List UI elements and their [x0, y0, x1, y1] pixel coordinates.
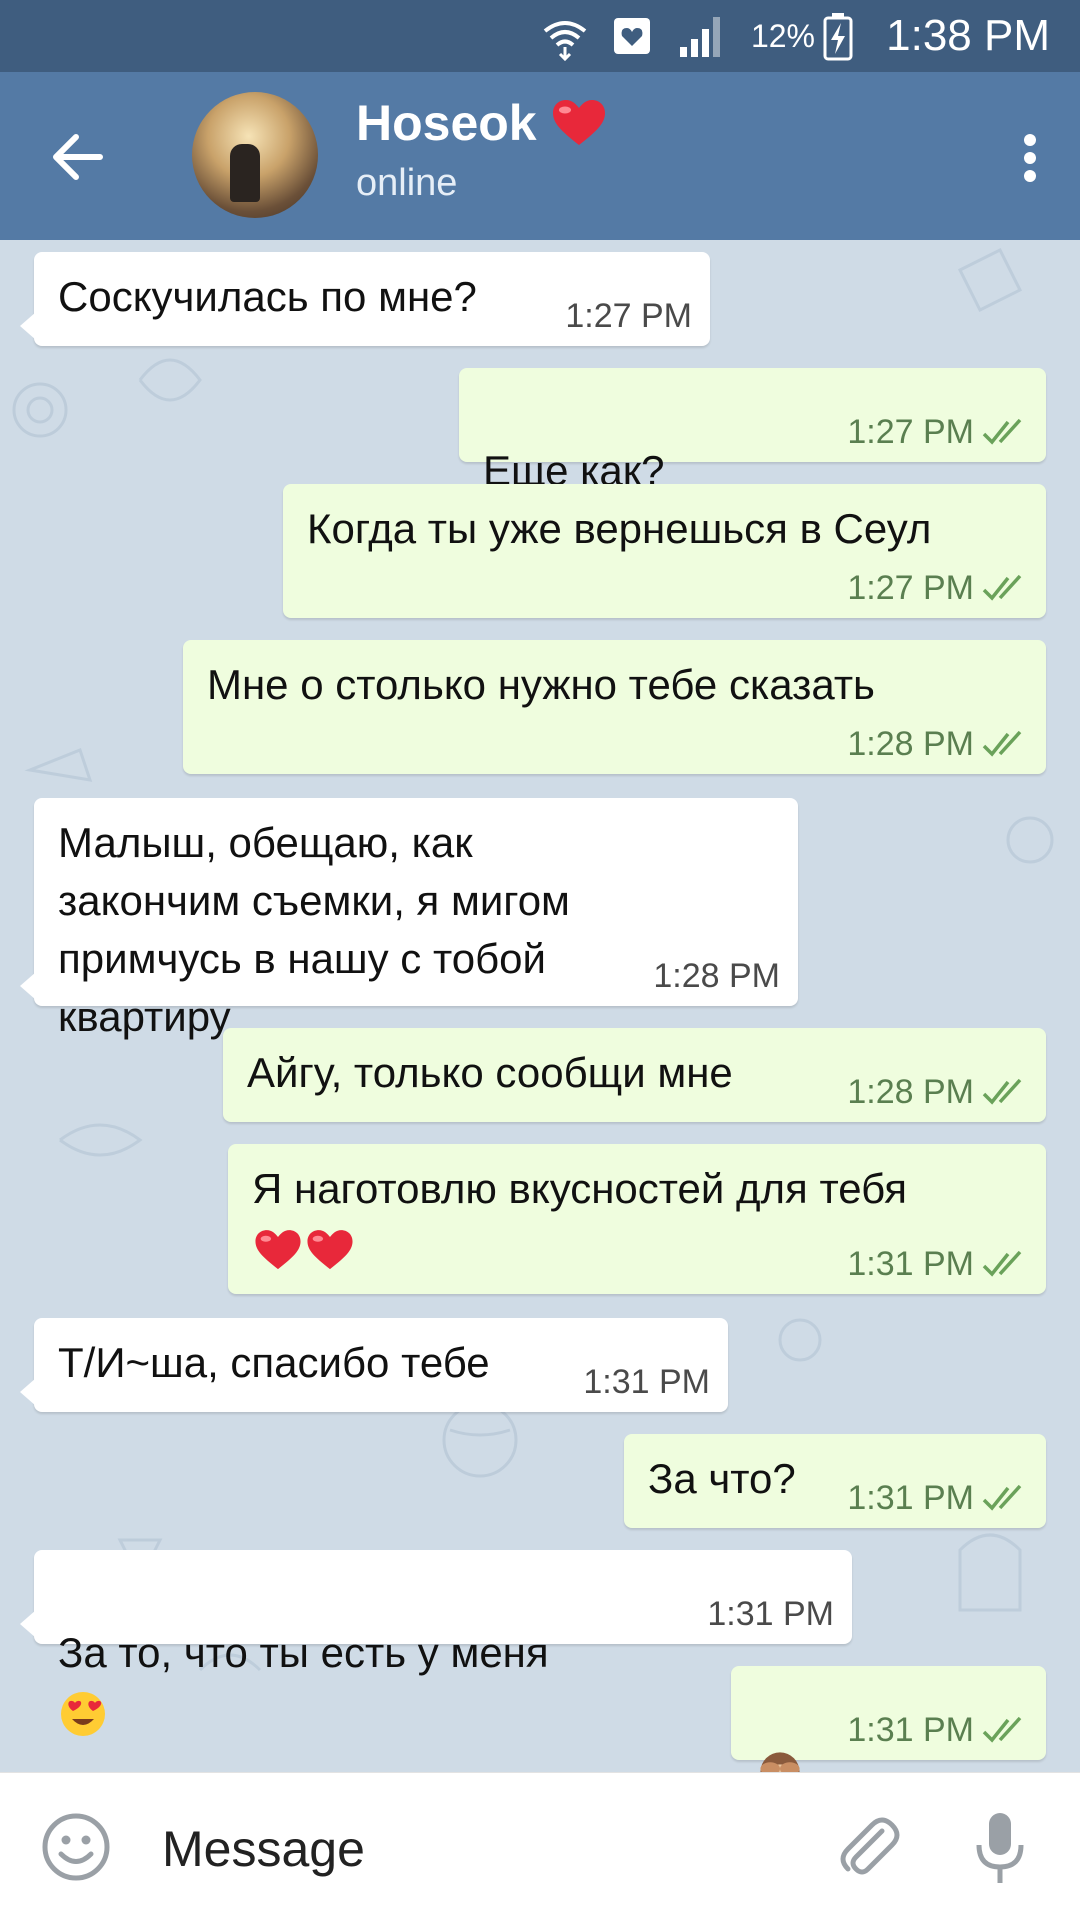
message-text: Соскучилась по мне? — [58, 273, 477, 320]
message-time: 1:28 PM — [653, 957, 780, 995]
message-time: 1:28 PM — [847, 725, 974, 763]
back-button[interactable] — [40, 117, 120, 197]
message-text: За то, что ты есть у меня — [58, 1629, 549, 1676]
message-bubble[interactable]: Малыш, обещаю, как закончим съемки, я ми… — [20, 798, 798, 1040]
message-bubble[interactable]: За что? 1:31 PM — [624, 1434, 1046, 1528]
message-bubble[interactable]: Т/И~ша, спасибо тебе 1:31 PM — [20, 1318, 728, 1412]
message-time: 1:27 PM — [847, 413, 974, 451]
contact-status: online — [356, 162, 458, 204]
message-text: Айгу, только сообщи мне — [247, 1049, 733, 1096]
message-input[interactable] — [160, 1813, 804, 1885]
emoji-button[interactable] — [40, 1811, 112, 1888]
chat-area[interactable]: Соскучилась по мне? 1:27 PM Еще как? 1:2… — [0, 240, 1080, 1773]
attach-button[interactable] — [830, 1809, 906, 1890]
see-no-evil-monkey-icon — [760, 1752, 800, 1773]
voice-button[interactable] — [970, 1809, 1030, 1894]
double-check-icon — [982, 574, 1022, 601]
message-time: 1:28 PM — [847, 1073, 974, 1111]
avatar[interactable] — [192, 92, 318, 218]
contact-name-text: Hoseok — [356, 95, 537, 151]
message-time: 1:27 PM — [847, 569, 974, 607]
more-options-button[interactable] — [1000, 118, 1060, 198]
paperclip-icon — [840, 1817, 900, 1875]
message-text: Малыш, обещаю, как закончим съемки, я ми… — [58, 819, 570, 1040]
double-check-icon — [982, 1716, 1022, 1743]
double-check-icon — [982, 1078, 1022, 1105]
more-vert-icon — [1024, 134, 1036, 182]
heart-eyes-icon — [61, 1691, 105, 1736]
message-text: Когда ты уже вернешься в Сеул — [307, 505, 932, 552]
smiley-icon — [42, 1813, 110, 1881]
message-bubble[interactable]: Я наготовлю вкусностей для тебя 1:31 PM — [228, 1144, 1046, 1294]
message-bubble[interactable]: 1:31 PM — [731, 1666, 1046, 1773]
message-time: 1:27 PM — [565, 297, 692, 335]
message-bubble[interactable]: За то, что ты есть у меня 1:31 PM — [20, 1550, 852, 1736]
message-text: Я наготовлю вкусностей для тебя — [252, 1165, 907, 1212]
status-bar: 12% 1:38 PM — [0, 0, 1080, 72]
wifi-icon — [540, 0, 590, 72]
message-time: 1:31 PM — [847, 1479, 974, 1517]
double-check-icon — [982, 418, 1022, 445]
message-bubble[interactable]: Айгу, только сообщи мне 1:28 PM — [223, 1028, 1046, 1122]
message-text: За что? — [648, 1455, 796, 1502]
notification-icon — [610, 0, 654, 72]
message-time: 1:31 PM — [847, 1711, 974, 1749]
double-check-icon — [982, 730, 1022, 757]
message-bubble[interactable]: Когда ты уже вернешься в Сеул 1:27 PM — [283, 484, 1046, 618]
red-heart-icon — [307, 1229, 353, 1269]
status-time: 1:38 PM — [886, 11, 1050, 60]
chat-header: Hoseok online — [0, 72, 1080, 240]
red-heart-icon — [255, 1229, 301, 1269]
arrow-left-icon — [53, 134, 103, 180]
message-composer — [0, 1772, 1080, 1920]
message-time: 1:31 PM — [847, 1245, 974, 1283]
message-bubble[interactable]: Соскучилась по мне? 1:27 PM — [20, 252, 710, 346]
message-time: 1:31 PM — [707, 1595, 834, 1633]
message-text: Мне о столько нужно тебе сказать — [207, 661, 875, 708]
battery-charging-icon — [822, 0, 854, 72]
message-time: 1:31 PM — [583, 1363, 710, 1401]
contact-name[interactable]: Hoseok — [356, 94, 609, 152]
microphone-icon — [976, 1813, 1024, 1883]
double-check-icon — [982, 1484, 1022, 1511]
message-bubble[interactable]: Еще как? 1:27 PM — [459, 368, 1046, 608]
battery-percent: 12% — [750, 17, 815, 54]
signal-icon — [676, 0, 726, 72]
message-bubble[interactable]: Мне о столько нужно тебе сказать 1:28 PM — [183, 640, 1046, 774]
message-text: Т/И~ша, спасибо тебе — [58, 1339, 490, 1386]
double-check-icon — [982, 1250, 1022, 1277]
red-heart-icon — [552, 100, 605, 145]
